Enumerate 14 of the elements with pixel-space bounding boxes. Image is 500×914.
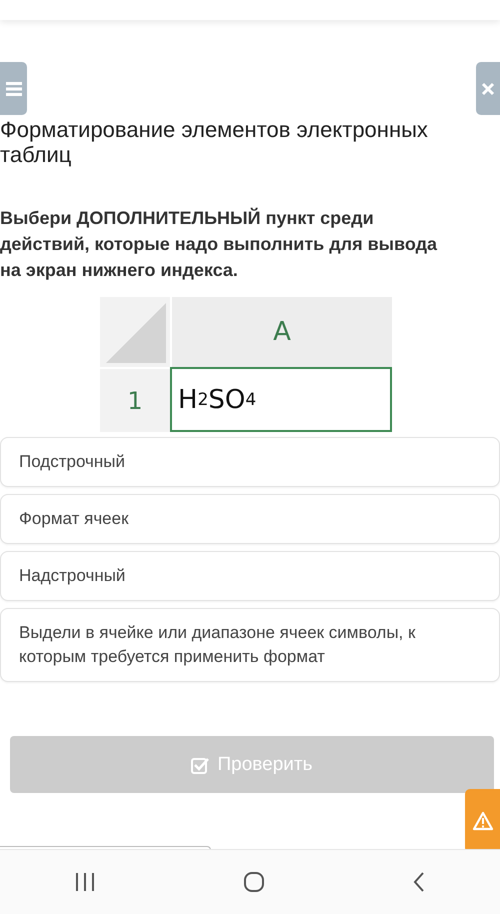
answer-option[interactable]: Выдели в ячейке или диапазоне ячеек символы, к которым требуется применить формат	[0, 608, 500, 682]
warning-icon	[472, 811, 494, 831]
answer-option[interactable]: Надстрочный	[0, 551, 500, 601]
column-header: A	[170, 297, 392, 367]
checkbox-icon	[191, 756, 210, 774]
answer-option[interactable]: Формат ячеек	[0, 494, 500, 544]
question-text: Выбери ДОПОЛНИТЕЛЬНЫЙ пункт среди действий, которые надо выполнить для вывода на экран нижнего индекса.	[0, 206, 438, 282]
answer-option[interactable]: Подстрочный	[0, 437, 500, 487]
menu-icon	[6, 82, 22, 96]
lesson-title: Форматирование элементов электронных таблиц	[0, 117, 429, 167]
recent-apps-icon[interactable]	[74, 872, 96, 892]
back-icon[interactable]	[412, 871, 426, 893]
home-icon[interactable]	[242, 871, 265, 893]
close-icon	[481, 82, 495, 96]
